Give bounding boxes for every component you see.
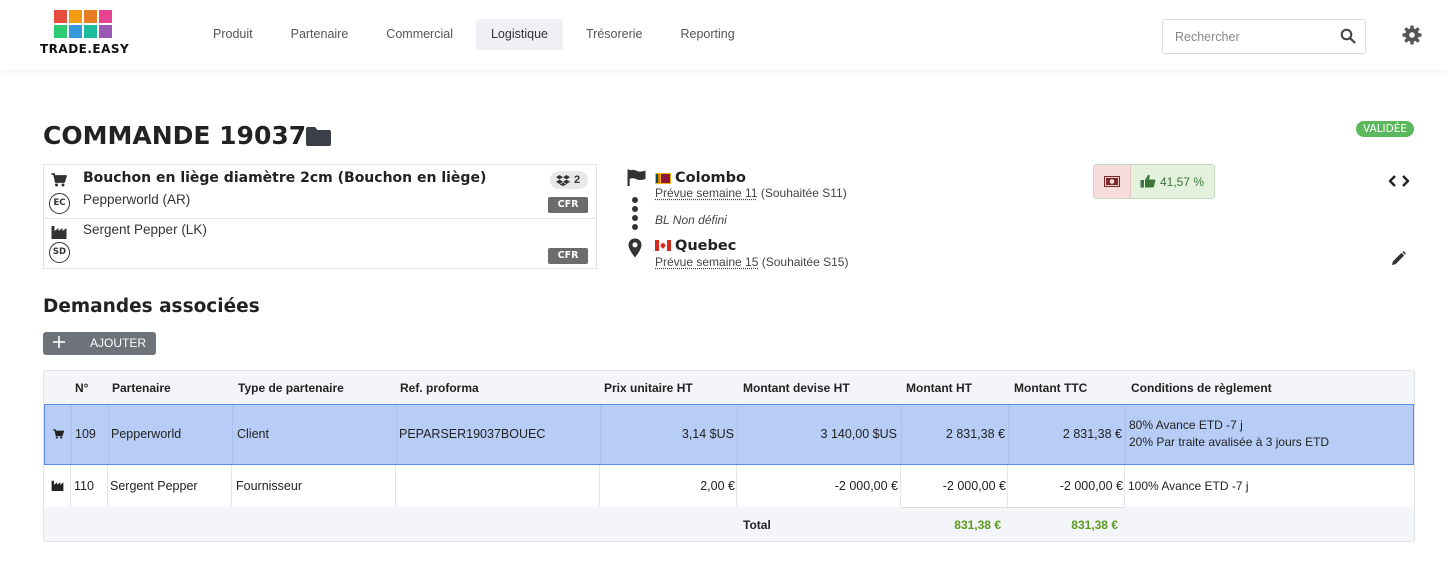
total-label: Total <box>743 518 771 532</box>
logo-text: TRADE.EASY <box>40 42 130 56</box>
client-name[interactable]: Pepperworld (AR) <box>83 192 190 207</box>
cart-icon <box>51 173 67 187</box>
row-amount-currency: -2 000,00 € <box>834 479 898 493</box>
divider <box>44 218 596 219</box>
row-partner-type: Fournisseur <box>236 479 302 493</box>
row-conditions-line-1: 80% Avance ETD -7 j <box>1129 418 1243 432</box>
route-dot <box>632 197 638 203</box>
header-partner[interactable]: Partenaire <box>112 381 171 395</box>
section-title: Demandes associées <box>43 296 260 317</box>
dropbox-badge[interactable]: 2 <box>550 171 588 189</box>
main-nav: Produit Partenaire Commercial Logistique… <box>198 19 758 50</box>
map-pin-icon <box>628 238 642 258</box>
header-amount-currency[interactable]: Montant devise HT <box>743 381 850 395</box>
header-conditions[interactable]: Conditions de règlement <box>1131 381 1272 395</box>
route-dot <box>632 206 638 212</box>
row-amount-ht: -2 000,00 € <box>942 479 1006 493</box>
nav-item-commercial[interactable]: Commercial <box>371 19 468 50</box>
factory-icon <box>51 226 67 239</box>
row-unit-price: 2,00 € <box>700 479 735 493</box>
origin-city: Colombo <box>675 170 746 186</box>
row-conditions-line-1: 100% Avance ETD -7 j <box>1128 479 1249 493</box>
total-amount-ht: 831,38 € <box>954 518 1001 532</box>
header-amount-ht[interactable]: Montant HT <box>906 381 972 395</box>
logo-mark-icon <box>54 10 114 39</box>
client-incoterm-badge: CFR <box>548 197 588 213</box>
app-logo[interactable]: TRADE.EASY <box>40 10 130 58</box>
route-dot <box>632 215 638 221</box>
row-ref-proforma: PEPARSER19037BOUEC <box>399 427 546 441</box>
cart-icon <box>53 429 64 439</box>
search-input[interactable] <box>1163 20 1333 53</box>
supplier-incoterm-badge: CFR <box>548 248 588 264</box>
row-amount-ht: 2 831,38 € <box>945 427 1005 441</box>
total-amount-ttc: 831,38 € <box>1071 518 1118 532</box>
header-partner-type[interactable]: Type de partenaire <box>238 381 344 395</box>
total-divider <box>901 507 1124 508</box>
margin-value: 41,57 % <box>1160 175 1205 189</box>
money-icon <box>1104 176 1120 187</box>
destination-wished-week: (Souhaitée S15) <box>758 255 849 269</box>
client-code-badge: EC <box>49 193 70 214</box>
flag-icon <box>627 169 646 186</box>
route-dot <box>632 224 638 230</box>
search-box <box>1162 19 1366 54</box>
destination-schedule: Prévue semaine 15 (Souhaitée S15) <box>655 255 848 269</box>
row-partner[interactable]: Pepperworld <box>111 427 181 441</box>
page-title: COMMANDE 19037 <box>43 121 307 150</box>
bl-status: BL Non défini <box>655 213 727 227</box>
gear-icon[interactable] <box>1402 25 1422 45</box>
nav-item-tresorerie[interactable]: Trésorerie <box>571 19 658 50</box>
origin-wished-week: (Souhaitée S11) <box>757 186 847 200</box>
supplier-name[interactable]: Sergent Pepper (LK) <box>83 222 207 237</box>
dropbox-icon <box>556 175 570 186</box>
row-partner-type: Client <box>237 427 269 441</box>
pencil-icon[interactable] <box>1391 251 1406 266</box>
margin-indicator[interactable]: 41,57 % <box>1093 164 1215 199</box>
row-amount-ttc: -2 000,00 € <box>1059 479 1123 493</box>
sri-lanka-flag-icon <box>655 173 671 184</box>
nav-item-partenaire[interactable]: Partenaire <box>276 19 364 50</box>
row-num: 109 <box>75 427 96 441</box>
origin-schedule: Prévue semaine 11 (Souhaitée S11) <box>655 186 847 200</box>
plus-icon <box>53 336 65 348</box>
folder-icon[interactable] <box>305 126 332 147</box>
add-button-label: AJOUTER <box>90 336 147 350</box>
destination-planned-week[interactable]: Prévue semaine 15 <box>655 255 758 269</box>
row-amount-currency: 3 140,00 $US <box>820 427 897 441</box>
table-row[interactable]: 109 Pepperworld Client PEPARSER19037BOUE… <box>44 404 1414 465</box>
status-badge: VALIDÉE <box>1356 121 1414 137</box>
top-header: TRADE.EASY Produit Partenaire Commercial… <box>0 0 1448 70</box>
nav-item-logistique[interactable]: Logistique <box>475 19 563 50</box>
factory-icon <box>51 480 64 491</box>
supplier-code-badge: SD <box>49 242 70 263</box>
nav-item-reporting[interactable]: Reporting <box>665 19 749 50</box>
row-amount-ttc: 2 831,38 € <box>1062 427 1122 441</box>
margin-value-cell: 41,57 % <box>1131 165 1214 198</box>
code-icon[interactable] <box>1388 174 1410 188</box>
origin-planned-week[interactable]: Prévue semaine 11 <box>655 186 758 200</box>
row-num: 110 <box>74 479 94 493</box>
row-conditions-line-2: 20% Par traite avalisée à 3 jours ETD <box>1129 435 1330 449</box>
header-amount-ttc[interactable]: Montant TTC <box>1014 381 1087 395</box>
search-icon[interactable] <box>1340 28 1356 44</box>
nav-item-produit[interactable]: Produit <box>198 19 268 50</box>
table-row[interactable]: 110 Sergent Pepper Fournisseur 2,00 € -2… <box>44 465 1414 507</box>
header-ref-proforma[interactable]: Ref. proforma <box>400 381 479 395</box>
canada-flag-icon <box>655 240 671 251</box>
product-name[interactable]: Bouchon en liège diamètre 2cm (Bouchon e… <box>83 170 486 186</box>
header-num[interactable]: N° <box>75 381 88 395</box>
requests-table: N° Partenaire Type de partenaire Ref. pr… <box>43 370 1415 542</box>
destination-city: Quebec <box>675 238 737 254</box>
row-partner[interactable]: Sergent Pepper <box>110 479 198 493</box>
row-unit-price: 3,14 $US <box>681 427 734 441</box>
header-unit-price[interactable]: Prix unitaire HT <box>604 381 693 395</box>
money-cell <box>1094 165 1131 198</box>
add-request-button[interactable]: AJOUTER <box>43 332 156 355</box>
dropbox-count: 2 <box>574 174 581 186</box>
product-partners-box: EC Bouchon en liège diamètre 2cm (Boucho… <box>43 164 597 269</box>
thumbs-up-icon <box>1140 174 1156 188</box>
